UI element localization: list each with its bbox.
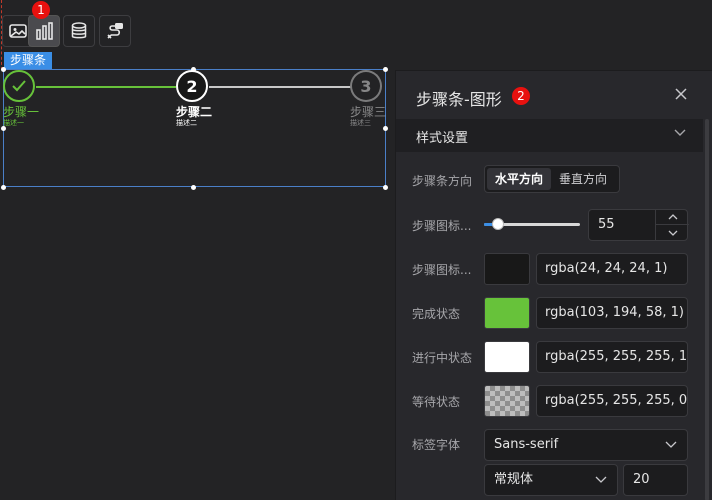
icon-bg-input[interactable]: rgba(24, 24, 24, 1) (536, 253, 688, 285)
close-icon[interactable] (674, 87, 688, 101)
icon-bg-swatch[interactable] (484, 253, 530, 285)
step-two-desc: 描述二 (176, 119, 197, 127)
step-two-icon: 2 (176, 70, 208, 102)
icon-size-input[interactable]: 55 (588, 209, 689, 241)
label-font-label: 标签字体 (412, 438, 461, 452)
font-style-value: 常规体 (494, 472, 534, 487)
database-icon (71, 22, 87, 39)
image-icon (9, 24, 27, 38)
connector-icon (107, 23, 123, 39)
component-tag[interactable]: 步骤条 (4, 52, 53, 69)
toolbar-badge: 1 (32, 1, 50, 19)
font-size-input[interactable]: 20 (623, 464, 688, 496)
direction-vertical-button[interactable]: 垂直方向 (551, 168, 615, 190)
step-two-title: 步骤二 (176, 105, 213, 119)
chevron-down-icon (665, 441, 677, 448)
step-three-icon: 3 (350, 70, 382, 102)
resize-handle[interactable] (383, 185, 388, 190)
scrollbar[interactable] (705, 119, 709, 500)
finish-color-input[interactable]: rgba(103, 194, 58, 1) (536, 297, 688, 329)
panel-title: 步骤条-图形 (416, 90, 502, 109)
bar-chart-icon (36, 22, 53, 40)
icon-size-value: 55 (598, 217, 615, 232)
chevron-down-icon (668, 230, 677, 236)
style-section-header[interactable]: 样式设置 (396, 119, 703, 152)
resize-handle[interactable] (383, 67, 388, 72)
resize-handle[interactable] (383, 126, 388, 131)
decrement-button[interactable] (656, 225, 689, 240)
step-three-title: 步骤三 (350, 105, 387, 119)
font-size-value: 20 (633, 472, 650, 487)
chevron-up-icon (668, 214, 677, 220)
resize-handle[interactable] (1, 67, 6, 72)
direction-label: 步骤条方向 (412, 174, 473, 188)
link-tool-button[interactable] (99, 15, 131, 47)
wait-color-label: 等待状态 (412, 395, 461, 409)
resize-handle[interactable] (191, 185, 196, 190)
wait-color-swatch[interactable] (484, 385, 530, 417)
font-family-value: Sans-serif (494, 437, 559, 452)
section-title: 样式设置 (416, 131, 469, 146)
wait-color-input[interactable]: rgba(255, 255, 255, 0.4 (536, 385, 688, 417)
slider-handle[interactable] (492, 218, 505, 230)
icon-size-slider[interactable] (484, 218, 580, 230)
property-panel: 步骤条-图形 2 样式设置 步骤条方向 水平方向 垂直方向 步骤图标... 55… (395, 70, 712, 500)
check-icon (12, 80, 26, 92)
finish-color-label: 完成状态 (412, 307, 461, 321)
direction-horizontal-button[interactable]: 水平方向 (487, 168, 552, 190)
increment-button[interactable] (656, 210, 689, 225)
resize-handle[interactable] (1, 185, 6, 190)
database-tool-button[interactable] (63, 15, 95, 47)
panel-badge: 2 (512, 87, 530, 105)
step-one-title: 步骤一 (3, 105, 40, 119)
step-one-icon (3, 70, 35, 102)
direction-toggle: 水平方向 垂直方向 (484, 165, 620, 193)
process-color-label: 进行中状态 (412, 351, 473, 365)
step-connector-finished (36, 86, 176, 88)
chevron-down-icon (674, 129, 686, 136)
process-color-input[interactable]: rgba(255, 255, 255, 1) (536, 341, 688, 373)
step-connector-pending (209, 86, 351, 88)
number-stepper (655, 210, 689, 240)
font-family-select[interactable]: Sans-serif (484, 429, 688, 461)
icon-size-label: 步骤图标... (412, 219, 472, 233)
step-three-desc: 描述三 (350, 119, 371, 127)
chevron-down-icon (595, 476, 607, 483)
font-style-select[interactable]: 常规体 (484, 464, 618, 496)
step-one-desc: 描述一 (3, 119, 24, 127)
finish-color-swatch[interactable] (484, 297, 530, 329)
chart-tool-button[interactable] (28, 15, 60, 47)
process-color-swatch[interactable] (484, 341, 530, 373)
icon-bg-label: 步骤图标... (412, 263, 472, 277)
